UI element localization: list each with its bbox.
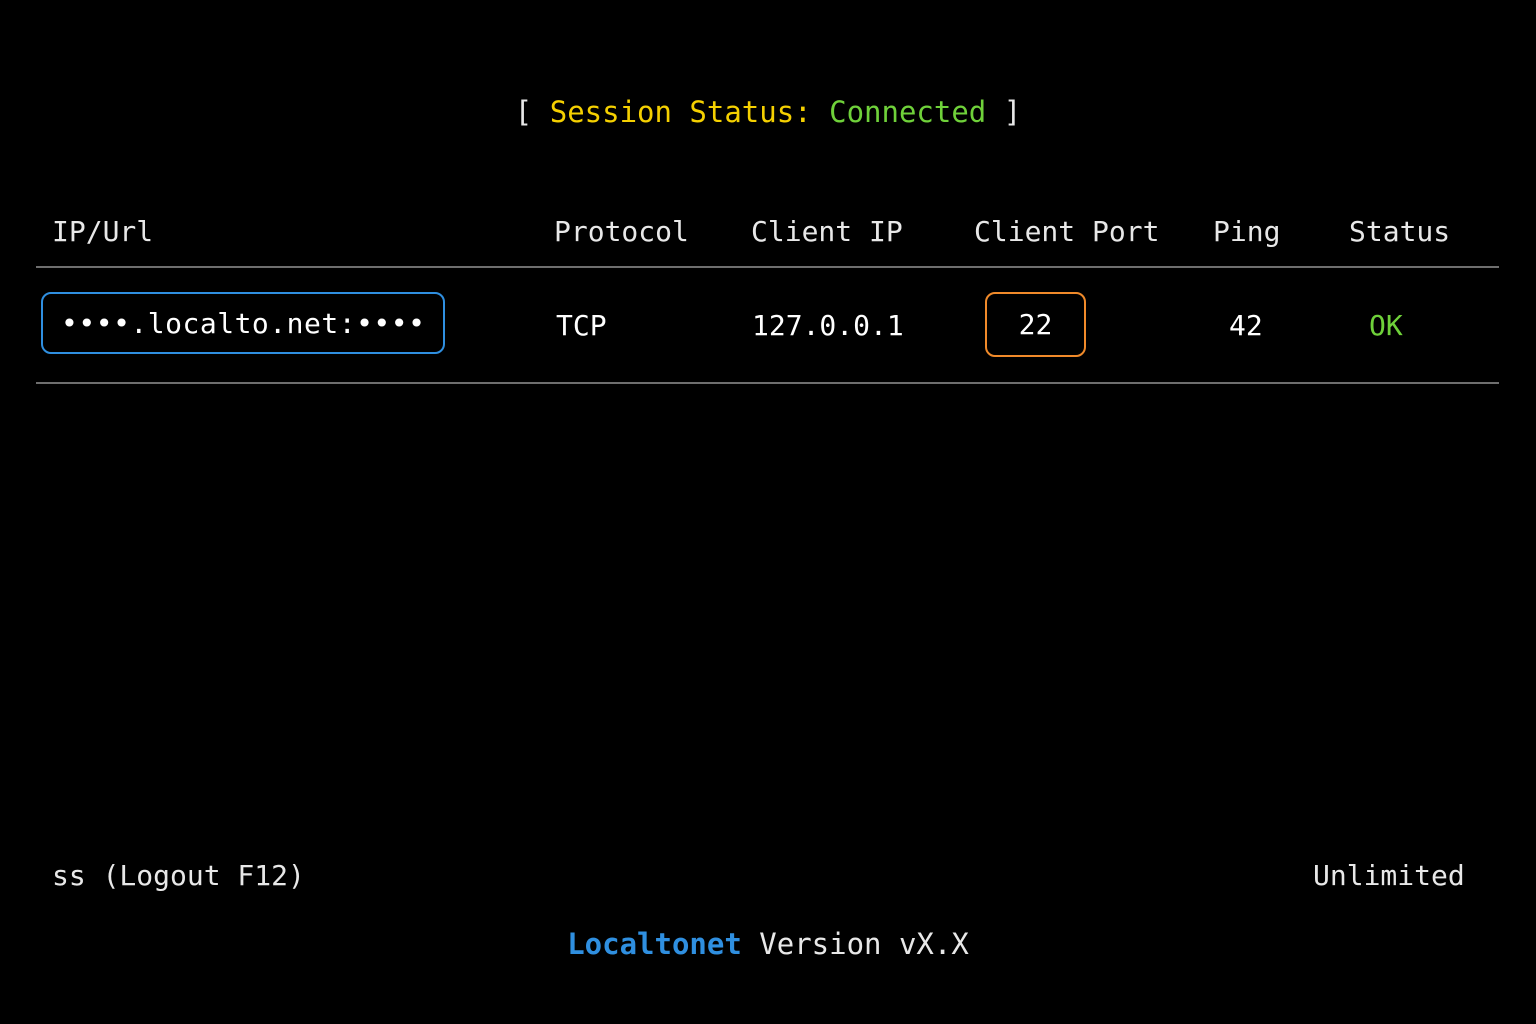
session-status-label: Session Status: [549, 95, 812, 129]
row-divider [36, 382, 1499, 384]
session-status-line: [ Session Status: Connected ] [0, 92, 1536, 132]
row-client-ip: 127.0.0.1 [752, 309, 904, 342]
tunnel-url-field[interactable]: ••••.localto.net:•••• [41, 292, 445, 354]
column-header-ip-url: IP/Url [52, 215, 154, 248]
column-header-client-ip: Client IP [751, 215, 903, 248]
logout-hint[interactable]: ss (Logout F12) [52, 856, 305, 896]
column-header-client-port: Client Port [974, 215, 1160, 248]
column-header-protocol: Protocol [554, 215, 689, 248]
column-header-ping: Ping [1213, 215, 1281, 248]
column-header-status: Status [1349, 215, 1451, 248]
version-label: Version vX.X [759, 927, 969, 961]
session-status-value: Connected [829, 95, 987, 129]
row-status-badge: OK [1369, 309, 1403, 342]
plan-label: Unlimited [1313, 859, 1465, 892]
client-port-field[interactable]: 22 [985, 292, 1086, 357]
status-close-bracket: ] [1003, 95, 1022, 129]
status-open-bracket: [ [514, 95, 533, 129]
brand-name: Localtonet [567, 927, 742, 961]
brand-version-line: Localtonet Version vX.X [0, 924, 1536, 964]
row-ping: 42 [1229, 309, 1263, 342]
row-protocol: TCP [556, 309, 607, 342]
header-divider [36, 266, 1499, 268]
